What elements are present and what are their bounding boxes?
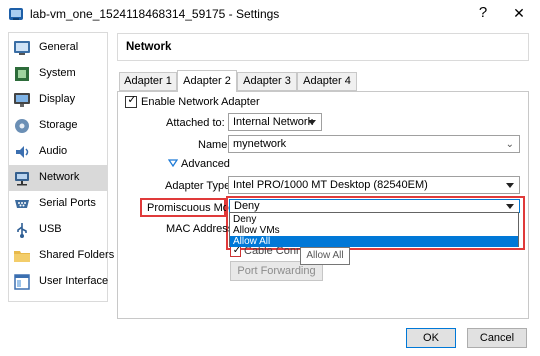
sidebar-item-serial-ports[interactable]: Serial Ports (9, 191, 107, 217)
enable-adapter-checkbox[interactable]: ✓ (125, 94, 137, 108)
sidebar-item-label: Storage (39, 119, 78, 131)
sidebar-item-label: Network (39, 171, 80, 183)
tab-adapter-2[interactable]: Adapter 2 (177, 70, 237, 92)
adapter-type-value: Intel PRO/1000 MT Desktop (82540EM) (233, 179, 428, 191)
window-title: lab-vm_one_1524118468314_59175 - Setting… (30, 7, 280, 21)
attached-to-label: Attached to: (166, 117, 225, 129)
network-icon (15, 172, 29, 186)
enable-adapter-label: Enable Network Adapter (141, 96, 260, 108)
sidebar-item-label: Audio (39, 145, 68, 157)
network-name-value: mynetwork (233, 138, 287, 150)
virtualbox-icon (9, 8, 23, 20)
chevron-down-icon (506, 183, 514, 188)
attached-to-select[interactable]: Internal Network (228, 113, 322, 131)
check-mark-icon: ✓ (127, 94, 137, 106)
cancel-button[interactable]: Cancel (467, 328, 527, 348)
adapter-type-select[interactable]: Intel PRO/1000 MT Desktop (82540EM) (228, 176, 520, 194)
promiscuous-mode-select[interactable]: Deny (229, 199, 520, 213)
settings-sidebar: General System Display Storage Audio Net… (8, 32, 114, 302)
chevron-down-icon (308, 120, 316, 125)
general-icon (14, 41, 30, 55)
attached-to-value: Internal Network (233, 116, 314, 128)
audio-icon (16, 146, 29, 158)
advanced-toggle[interactable]: Advanced (181, 158, 230, 170)
ok-button[interactable]: OK (406, 328, 456, 348)
sidebar-item-label: Display (39, 93, 76, 105)
tab-adapter-4[interactable]: Adapter 4 (297, 72, 357, 91)
sidebar-item-label: System (39, 67, 76, 79)
display-icon (14, 93, 30, 107)
help-button[interactable]: ? (470, 3, 496, 23)
sidebar-item-audio[interactable]: Audio (9, 139, 107, 165)
chevron-down-icon: ⌄ (505, 139, 514, 150)
cable-connected-checkbox[interactable]: ✓ (230, 245, 241, 257)
name-label: Name: (198, 139, 231, 151)
expand-triangle-icon[interactable] (168, 159, 178, 167)
sidebar-item-label: Serial Ports (39, 197, 96, 209)
tab-adapter-3[interactable]: Adapter 3 (237, 72, 297, 91)
panel-header: Network (117, 33, 529, 61)
sidebar-item-general[interactable]: General (9, 35, 107, 61)
storage-icon (15, 119, 29, 133)
dropdown-option-allow-all[interactable]: Allow All (230, 236, 518, 247)
sidebar-item-network[interactable]: Network (9, 165, 107, 191)
tab-adapter-1[interactable]: Adapter 1 (119, 72, 177, 91)
tooltip: Allow All (300, 247, 350, 265)
promiscuous-mode-value: Deny (234, 200, 260, 212)
sidebar-item-usb[interactable]: USB (9, 217, 107, 243)
sidebar-item-shared-folders[interactable]: Shared Folders (9, 243, 114, 269)
mac-address-label: MAC Address: (166, 223, 237, 235)
chevron-down-icon (506, 204, 514, 209)
sidebar-item-label: User Interface (39, 275, 109, 287)
user-interface-icon (14, 274, 30, 290)
sidebar-item-user-interface[interactable]: User Interface (9, 269, 109, 295)
dropdown-option-deny[interactable]: Deny (230, 214, 518, 225)
adapter-type-label: Adapter Type: (165, 180, 234, 192)
dropdown-option-allow-vms[interactable]: Allow VMs (230, 225, 518, 236)
sidebar-item-label: Shared Folders (39, 249, 115, 261)
serial-ports-icon (15, 200, 29, 208)
page-title: Network (126, 41, 172, 53)
network-name-combo[interactable]: mynetwork ⌄ (228, 135, 520, 153)
promiscuous-mode-dropdown: Deny Allow VMs Allow All (229, 212, 519, 247)
title-bar: lab-vm_one_1524118468314_59175 - Setting… (0, 0, 540, 28)
shared-folders-icon (14, 251, 30, 262)
sidebar-item-storage[interactable]: Storage (9, 113, 107, 139)
system-icon (15, 67, 29, 81)
close-button[interactable]: ✕ (506, 3, 532, 23)
adapter-tabs: Adapter 1 Adapter 2 Adapter 3 Adapter 4 (117, 70, 537, 92)
usb-icon (17, 223, 27, 238)
sidebar-item-system[interactable]: System (9, 61, 107, 87)
sidebar-item-label: USB (39, 223, 62, 235)
sidebar-item-label: General (39, 41, 79, 53)
sidebar-item-display[interactable]: Display (9, 87, 107, 113)
